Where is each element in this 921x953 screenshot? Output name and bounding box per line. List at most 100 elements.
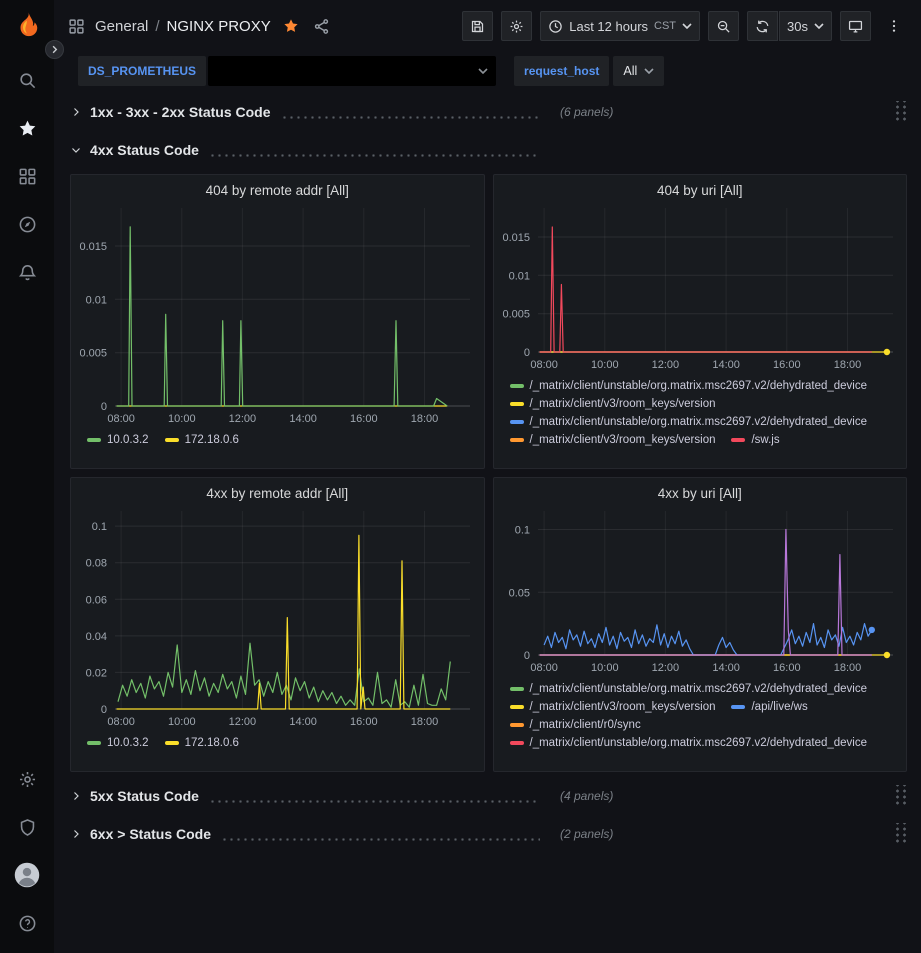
legend-item[interactable]: /_matrix/client/unstable/org.matrix.msc2… [510,683,868,695]
row-1xx-3xx-2xx-status-code[interactable]: 1xx - 3xx - 2xx Status Code (6 panels) [70,98,907,126]
legend-item[interactable]: /_matrix/client/v3/room_keys/version [510,701,716,713]
svg-text:12:00: 12:00 [651,359,679,371]
legend-item[interactable]: 10.0.3.2 [87,434,149,446]
svg-text:0.005: 0.005 [79,348,107,360]
row-5xx-status-code[interactable]: 5xx Status Code (4 panels) [70,782,907,810]
sidebar-item-profile[interactable] [5,854,49,896]
svg-text:0.015: 0.015 [79,241,107,253]
legend-item[interactable]: /_matrix/client/unstable/org.matrix.msc2… [510,416,868,428]
panel-title[interactable]: 404 by remote addr [All] [71,175,484,202]
legend-item[interactable]: /_matrix/client/v3/room_keys/version [510,398,716,410]
panel-title[interactable]: 4xx by uri [All] [494,478,907,505]
drag-handle-icon[interactable] [893,785,907,807]
svg-text:10:00: 10:00 [168,413,196,425]
legend-label: 10.0.3.2 [107,737,149,749]
panel-count: (6 panels) [560,105,613,119]
legend-swatch [510,741,524,745]
legend-item[interactable]: 172.18.0.6 [165,737,239,749]
svg-text:12:00: 12:00 [229,716,257,728]
variable-datasource: DS_PROMETHEUS [78,56,496,86]
time-range-label: Last 12 hours [569,19,648,34]
svg-text:18:00: 18:00 [833,662,861,674]
svg-text:0.1: 0.1 [514,525,529,537]
chevron-down-icon [814,23,824,29]
svg-text:0: 0 [101,704,107,716]
svg-text:16:00: 16:00 [773,662,801,674]
search-icon [18,71,37,90]
legend-label: /_matrix/client/v3/room_keys/version [530,398,716,410]
sidebar-item-alerting[interactable] [5,251,49,293]
dashboard-settings-button[interactable] [501,11,532,41]
zoom-out-icon [716,19,731,34]
datasource-variable-label[interactable]: DS_PROMETHEUS [78,56,206,86]
svg-text:08:00: 08:00 [530,662,558,674]
datasource-variable-dropdown[interactable] [208,56,496,86]
chart-svg: 08:0010:0012:0014:0016:0018:0000.050.1 [494,505,907,679]
panel-title[interactable]: 4xx by remote addr [All] [71,478,484,505]
zoom-out-time-button[interactable] [708,11,739,41]
svg-text:0.06: 0.06 [86,594,107,606]
time-series-chart[interactable]: 08:0010:0012:0014:0016:0018:0000.0050.01… [494,202,907,376]
svg-text:10:00: 10:00 [591,662,619,674]
compass-icon [18,215,37,234]
legend-item[interactable]: /_matrix/client/r0/sync [510,719,641,731]
time-series-chart[interactable]: 08:0010:0012:0014:0016:0018:0000.050.1 [494,505,907,679]
sidebar-item-dashboards[interactable] [5,155,49,197]
chevron-right-icon [70,828,82,840]
sidebar-expand-button[interactable] [45,40,64,59]
chart-svg: 08:0010:0012:0014:0016:0018:0000.020.040… [71,505,484,733]
legend-item[interactable]: /sw.js [731,434,779,446]
row-4xx-status-code[interactable]: 4xx Status Code [70,136,907,164]
panel-4xx-by-uri: 4xx by uri [All] 08:0010:0012:0014:0016:… [493,477,908,772]
sidebar-item-help[interactable] [5,902,49,944]
favorite-star-icon[interactable] [283,18,299,34]
clock-icon [548,19,563,34]
cycle-view-mode-button[interactable] [840,11,871,41]
request-host-variable-dropdown[interactable]: All [613,56,664,86]
svg-text:10:00: 10:00 [168,716,196,728]
legend-swatch [510,384,524,388]
share-icon[interactable] [313,18,330,35]
variable-request-host: request_host All [514,56,664,86]
sidebar-item-configuration[interactable] [5,758,49,800]
legend-label: /_matrix/client/v3/room_keys/version [530,701,716,713]
refresh-button[interactable] [747,11,778,41]
legend-item[interactable]: /_matrix/client/unstable/org.matrix.msc2… [510,380,868,392]
svg-text:0.1: 0.1 [92,521,107,533]
time-range-picker[interactable]: Last 12 hours CST [540,11,700,41]
svg-text:14:00: 14:00 [289,716,317,728]
sidebar-item-search[interactable] [5,59,49,101]
legend-item[interactable]: /_matrix/client/v3/room_keys/version [510,434,716,446]
refresh-interval-dropdown[interactable]: 30s [779,11,832,41]
variables-bar: DS_PROMETHEUS request_host All [54,52,921,90]
panel-title[interactable]: 404 by uri [All] [494,175,907,202]
legend-item[interactable]: /api/live/ws [731,701,807,713]
save-dashboard-button[interactable] [462,11,493,41]
row-6xx-status-code[interactable]: 6xx > Status Code (2 panels) [70,820,907,848]
drag-handle-icon[interactable] [893,101,907,123]
request-host-variable-label[interactable]: request_host [514,56,609,86]
request-host-variable-value: All [623,64,637,78]
row-lead: 4xx Status Code [70,142,550,158]
svg-text:10:00: 10:00 [591,359,619,371]
chevron-down-icon [478,68,488,74]
refresh-icon [755,19,770,34]
drag-handle-icon[interactable] [893,823,907,845]
legend-swatch [87,438,101,442]
time-series-chart[interactable]: 08:0010:0012:0014:0016:0018:0000.0050.01… [71,202,484,430]
more-options-button[interactable] [879,11,909,41]
panel-count: (4 panels) [560,789,613,803]
grafana-logo[interactable] [10,8,44,42]
chevron-right-icon [70,106,82,118]
svg-text:12:00: 12:00 [229,413,257,425]
legend-item[interactable]: /_matrix/client/unstable/org.matrix.msc2… [510,737,868,749]
legend-item[interactable]: 10.0.3.2 [87,737,149,749]
sidebar-item-server-admin[interactable] [5,806,49,848]
legend-item[interactable]: 172.18.0.6 [165,434,239,446]
time-series-chart[interactable]: 08:0010:0012:0014:0016:0018:0000.020.040… [71,505,484,733]
sidebar-item-starred[interactable] [5,107,49,149]
sidebar-item-explore[interactable] [5,203,49,245]
breadcrumb-dashboard-title[interactable]: NGINX PROXY [167,18,271,35]
breadcrumb-section[interactable]: General [95,18,148,35]
row-lead: 6xx > Status Code [70,826,550,842]
